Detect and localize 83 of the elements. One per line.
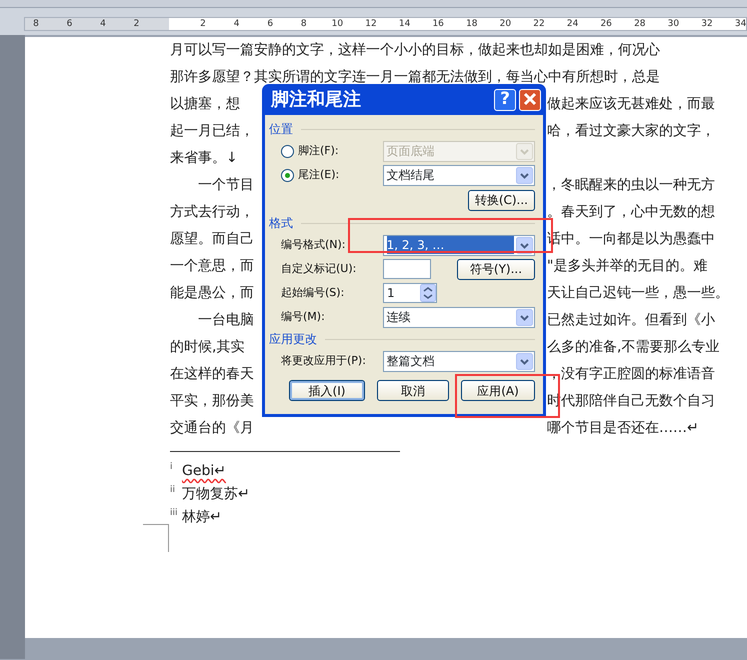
- ruler-number: 2: [134, 18, 140, 30]
- dropdown[interactable]: 1, 2, 3, …: [382, 234, 535, 256]
- document-text: 起一月已结，: [170, 122, 254, 141]
- document-text: 已然走过如许。但看到《小: [547, 311, 715, 330]
- document-text: 那许多愿望？其实所谓的文字连一月一篇都无法做到，每当心中有所想时，总是: [170, 68, 660, 87]
- field-label: 尾注(E):: [298, 166, 340, 183]
- ruler-number: 26: [600, 18, 612, 30]
- document-text: 方式去行动，: [170, 203, 254, 222]
- document-text: 。春天到了，心中无数的想: [547, 203, 715, 222]
- ruler-number: 10: [332, 18, 344, 30]
- endnote-mark: i: [170, 461, 174, 473]
- endnote-text: Gebi↵: [182, 462, 226, 481]
- ruler-number: 16: [432, 18, 444, 30]
- ruler-number: 30: [668, 18, 680, 30]
- ruler-number: 20: [500, 18, 512, 30]
- document-text: 以搪塞，想: [170, 95, 240, 114]
- document-text: 交通台的《月: [170, 419, 254, 438]
- endnote-mark: ii: [170, 484, 176, 496]
- dialog-button[interactable]: 插入(I): [289, 380, 365, 401]
- ruler-number: 6: [66, 18, 72, 30]
- close-icon: [523, 92, 537, 106]
- text-field[interactable]: [383, 259, 431, 279]
- radio-button[interactable]: [281, 168, 294, 182]
- ruler-number: 32: [701, 18, 713, 30]
- document-text: 么多的准备,不需要那么专业: [547, 338, 720, 357]
- ruler-number: 28: [634, 18, 646, 30]
- field-label: 自定义标记(U):: [280, 260, 358, 277]
- ruler-number: 4: [234, 18, 240, 30]
- spin-field[interactable]: 1: [383, 283, 437, 303]
- help-button[interactable]: ?: [494, 88, 516, 110]
- document-text: 哪个节目是否还在……↵: [547, 419, 699, 438]
- document-text: ，没有字正腔圆的标准语音: [547, 365, 715, 384]
- field-label: 起始编号(S):: [280, 284, 346, 301]
- document-text: ，冬眠醒来的虫以一种无方: [547, 176, 715, 195]
- document-text: 在这样的春天: [170, 365, 254, 384]
- dialog-title: 脚注和尾注: [271, 88, 361, 112]
- ruler-number: 4: [100, 18, 106, 30]
- convert-button[interactable]: 转换(C)...: [468, 190, 535, 210]
- dropdown-icon[interactable]: [516, 308, 533, 326]
- field-label: 编号(M):: [280, 308, 326, 325]
- dropdown[interactable]: 连续: [382, 306, 535, 328]
- ruler-number: 18: [466, 18, 478, 30]
- endnote-mark: iii: [170, 507, 179, 519]
- ruler-number: 14: [398, 18, 410, 30]
- document-text: 来省事。↓: [170, 149, 238, 168]
- document-text: 哈，看过文豪大家的文字，: [547, 122, 715, 141]
- dialog-button[interactable]: 取消: [377, 380, 449, 401]
- ruler-number: 12: [365, 18, 377, 30]
- field-label: 编号格式(N):: [280, 236, 347, 253]
- close-button[interactable]: [519, 88, 541, 110]
- document-text: 天让自己迟钝一些，愚一些。: [547, 284, 729, 303]
- dialog-button[interactable]: 应用(A): [461, 380, 535, 401]
- dropdown[interactable]: 整篇文档: [382, 350, 535, 372]
- document-text: 一个节目: [197, 176, 254, 195]
- document-text: 平实，那份美: [170, 392, 254, 411]
- endnote-text: 万物复苏↵: [182, 485, 250, 504]
- dropdown-icon[interactable]: [516, 166, 533, 184]
- spinner-icon[interactable]: [420, 284, 436, 302]
- document-text: 一台电脑: [197, 311, 254, 330]
- section-title: 位置: [269, 121, 293, 138]
- section-title: 格式: [269, 215, 293, 232]
- document-text: "是多头并举的无目的。难: [547, 257, 708, 276]
- document-text: 做起来应该无甚难处，而最: [547, 95, 715, 114]
- dropdown: 页面底端: [382, 140, 535, 162]
- document-text: 能是愚公，而: [170, 284, 254, 303]
- section-title: 应用更改: [269, 331, 317, 348]
- document-text: 的时候,其实: [170, 338, 244, 357]
- document-text: 月可以写一篇安静的文字，这样一个小小的目标，做起来也却如是困难，何况心: [170, 41, 660, 60]
- document-text: 愿望。而自己: [170, 230, 254, 249]
- endnote-text: 林婷↵: [182, 508, 222, 527]
- symbol-button[interactable]: 符号(Y)...: [457, 258, 535, 280]
- dropdown[interactable]: 文档结尾: [382, 164, 535, 186]
- ruler-number: 6: [267, 18, 274, 30]
- field-label: 脚注(F):: [298, 142, 339, 159]
- ruler-number: 34: [734, 18, 746, 30]
- dropdown-icon[interactable]: [516, 352, 533, 370]
- ruler-number: 8: [300, 18, 307, 30]
- ruler-number: 22: [533, 18, 545, 30]
- document-text: 一个意思，而: [170, 257, 254, 276]
- ruler-number: 24: [566, 18, 578, 30]
- ruler-number: 8: [33, 18, 39, 30]
- ruler-number: 2: [200, 18, 206, 30]
- field-label: 将更改应用于(P):: [280, 352, 367, 369]
